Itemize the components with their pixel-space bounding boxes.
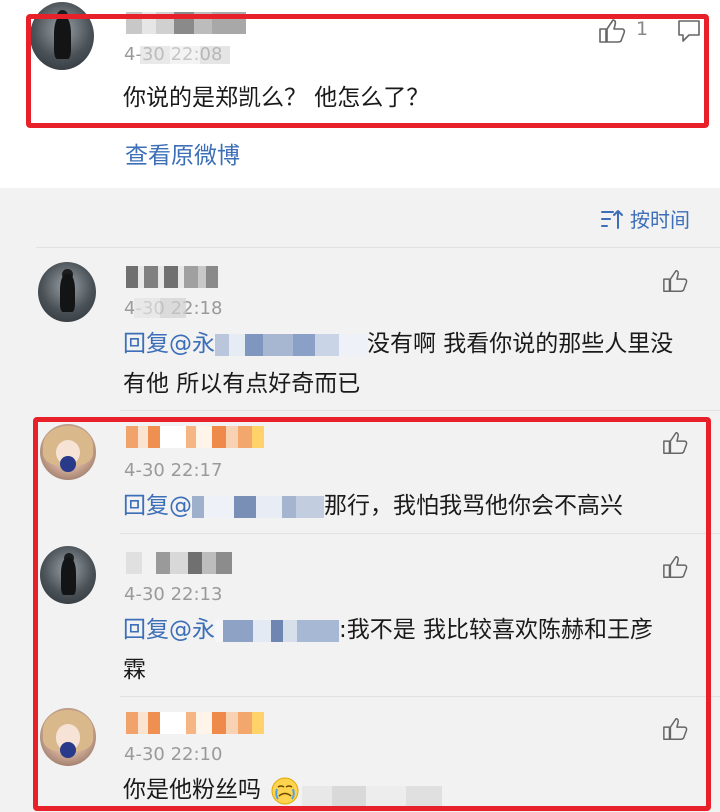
thumbs-up-icon[interactable]	[662, 268, 690, 294]
mention-redaction	[215, 333, 367, 356]
avatar-figure	[60, 274, 76, 313]
comment-text-line2: 有他 所以有点好奇而已	[123, 371, 361, 397]
avatar[interactable]	[38, 262, 96, 322]
highlight-box-replies	[33, 417, 711, 811]
comment-body: 没有啊 我看你说的那些人里没	[367, 331, 674, 357]
sort-label: 按时间	[630, 208, 690, 232]
sort-by-time-button[interactable]: 按时间	[600, 204, 690, 233]
highlight-box-top	[26, 14, 709, 128]
username-redacted[interactable]	[126, 266, 236, 288]
sort-icon	[601, 209, 623, 229]
divider	[120, 410, 720, 411]
reply-mention[interactable]: 回复@永	[123, 331, 215, 357]
comment-text: 回复@永 没有啊 我看你说的那些人里没	[123, 324, 673, 364]
timestamp-redaction	[134, 298, 186, 318]
divider	[36, 247, 720, 248]
view-original-post-link[interactable]: 查看原微博	[125, 136, 240, 170]
